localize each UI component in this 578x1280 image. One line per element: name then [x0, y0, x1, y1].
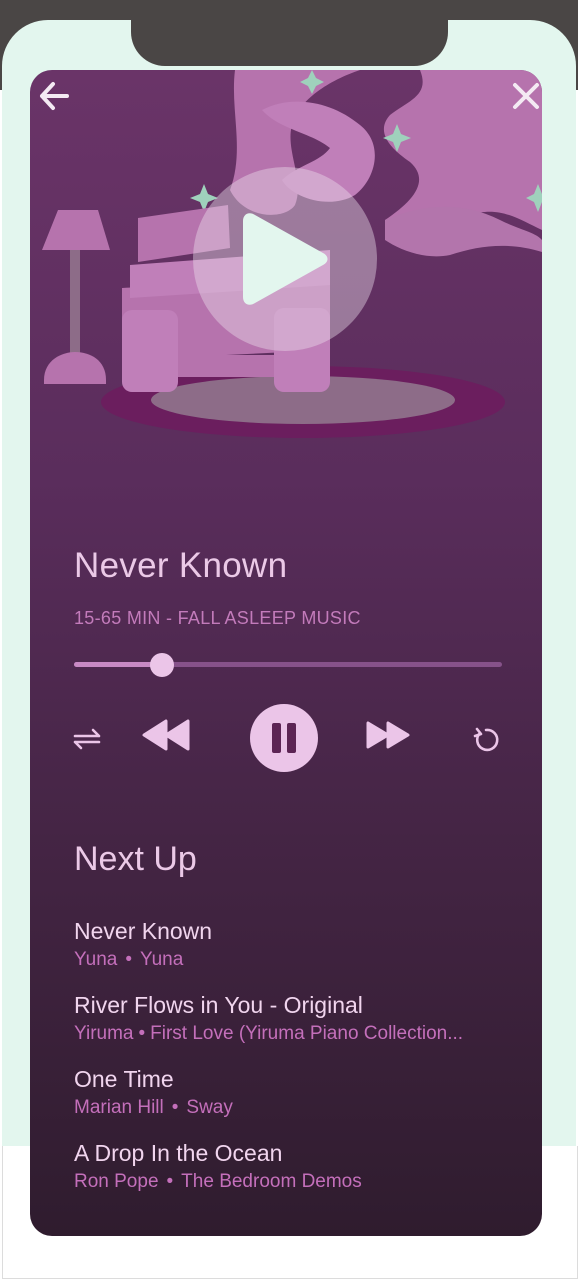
queue-item-artist: Yiruma [74, 1023, 134, 1044]
fast-forward-icon [366, 721, 410, 749]
pause-icon [272, 723, 296, 753]
separator-dot: • [166, 1171, 174, 1192]
repeat-icon [73, 728, 101, 750]
queue-item-subtitle: Ron Pope • The Bedroom Demos [74, 1171, 514, 1193]
hero-floor-lamp [42, 210, 110, 384]
rewind-icon [142, 719, 190, 751]
separator-dot: • [125, 949, 132, 970]
queue-item-album: First Love (Yiruma Piano Collection... [150, 1023, 464, 1044]
queue-item-title: River Flows in You - Original [74, 992, 363, 1018]
next-up-heading: Next Up [74, 840, 197, 878]
queue-item-album: Sway [186, 1097, 233, 1118]
queue-item-album: The Bedroom Demos [181, 1171, 362, 1192]
queue-item[interactable]: Never Known Yuna • Yuna [74, 918, 514, 971]
replay-icon [473, 727, 499, 752]
progress-fill [74, 662, 162, 667]
queue-item-album: Yuna [139, 949, 184, 970]
pause-button[interactable] [250, 704, 318, 772]
progress-slider[interactable] [74, 653, 502, 677]
queue-item-subtitle: Yiruma • First Love (Yiruma Piano Collecti… [74, 1023, 514, 1045]
replay-button[interactable] [466, 718, 506, 760]
arrow-left-icon [40, 82, 69, 110]
queue-item-artist: Yuna [74, 949, 118, 970]
fast-forward-button[interactable] [362, 712, 414, 758]
close-icon [513, 83, 539, 109]
queue-item-subtitle: Yuna • Yuna [74, 949, 514, 971]
track-title: Never Known [74, 546, 288, 585]
separator-dot: • [171, 1097, 179, 1118]
rewind-button[interactable] [138, 712, 194, 758]
separator-dot: • [138, 1023, 146, 1044]
back-button[interactable] [32, 74, 76, 118]
device-notch [131, 0, 448, 66]
queue-item[interactable]: A Drop In the Ocean Ron Pope • The Bedroom… [74, 1140, 514, 1193]
play-icon [243, 213, 328, 305]
player-screen: Never Known 15-65 MIN - FALL ASLEEP MUSI… [30, 70, 542, 1236]
close-button[interactable] [504, 74, 542, 118]
queue-item-artist: Ron Pope [74, 1171, 159, 1192]
track-subtitle: 15-65 MIN - FALL ASLEEP MUSIC [74, 608, 361, 628]
queue-item-artist: Marian Hill [74, 1097, 164, 1118]
repeat-button[interactable] [66, 718, 108, 760]
progress-thumb[interactable] [149, 653, 174, 677]
queue-item[interactable]: River Flows in You - Original Yiruma • Fir… [74, 992, 514, 1045]
queue-item[interactable]: One Time Marian Hill • Sway [74, 1066, 514, 1119]
queue-item-title: One Time [74, 1066, 174, 1092]
queue-item-title: A Drop In the Ocean [74, 1140, 283, 1166]
queue-item-subtitle: Marian Hill • Sway [74, 1097, 514, 1119]
queue-item-title: Never Known [74, 918, 213, 944]
hero-play-button[interactable] [193, 167, 377, 351]
